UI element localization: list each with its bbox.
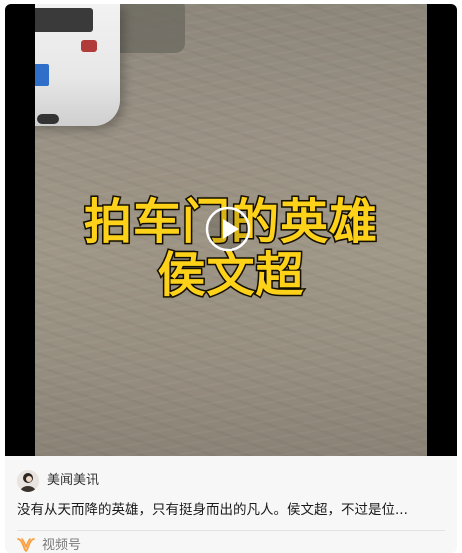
car-taillight <box>81 40 97 52</box>
white-car <box>35 4 120 126</box>
car-window <box>35 8 93 32</box>
video-info: 美闻美讯 没有从天而降的英雄，只有挺身而出的凡人。侯文超，不过是位... 视频号 <box>5 456 457 553</box>
license-plate <box>35 64 49 86</box>
author-name[interactable]: 美闻美讯 <box>47 472 99 490</box>
play-icon[interactable] <box>204 205 252 253</box>
video-description[interactable]: 没有从天而降的英雄，只有挺身而出的凡人。侯文超，不过是位... <box>17 500 445 520</box>
video-card[interactable]: 拍车门的英雄 侯文超 美闻美讯 没有从天而降的英雄，只有挺身而出的凡人。侯文超，… <box>5 4 457 553</box>
channels-icon <box>17 538 35 552</box>
video-caption-line2: 侯文超 <box>156 246 305 305</box>
video-player[interactable]: 拍车门的英雄 侯文超 <box>5 4 457 456</box>
car-wheel <box>37 114 59 124</box>
divider <box>17 530 445 531</box>
avatar[interactable] <box>17 470 39 492</box>
channels-label[interactable]: 视频号 <box>42 537 81 553</box>
